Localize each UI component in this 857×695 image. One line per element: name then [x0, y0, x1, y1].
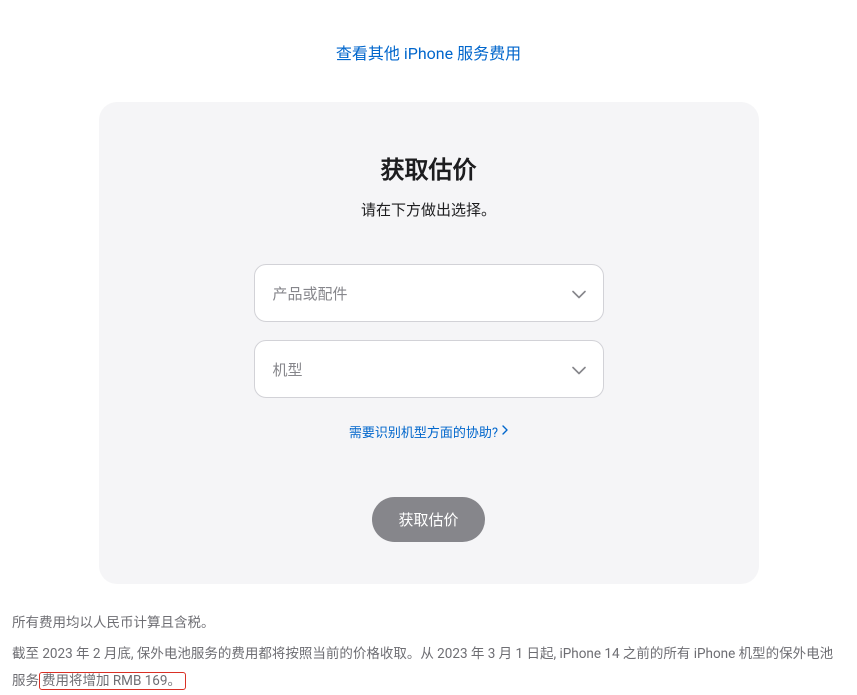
help-link-text: 需要识别机型方面的协助?	[349, 422, 498, 441]
product-select[interactable]: 产品或配件	[254, 264, 604, 322]
product-select-wrap: 产品或配件	[254, 264, 604, 322]
identify-model-help-link[interactable]: 需要识别机型方面的协助?	[349, 422, 508, 441]
chevron-right-icon	[502, 424, 508, 439]
price-increase-highlight: 费用将增加 RMB 169。	[39, 672, 186, 690]
other-service-fees-link[interactable]: 查看其他 iPhone 服务费用	[10, 40, 847, 64]
footer-line-2: 截至 2023 年 2 月底, 保外电池服务的费用都将按照当前的价格收取。从 2…	[12, 641, 845, 695]
card-title: 获取估价	[131, 150, 727, 185]
footer-line-1: 所有费用均以人民币计算且含税。	[12, 610, 845, 637]
model-select[interactable]: 机型	[254, 340, 604, 398]
card-subtitle: 请在下方做出选择。	[131, 199, 727, 220]
estimate-card: 获取估价 请在下方做出选择。 产品或配件 机型 需要识别机型方面的协助? 获取估…	[99, 102, 759, 584]
get-estimate-button[interactable]: 获取估价	[372, 497, 484, 542]
footer-notes: 所有费用均以人民币计算且含税。 截至 2023 年 2 月底, 保外电池服务的费…	[10, 610, 847, 695]
model-select-wrap: 机型	[254, 340, 604, 398]
